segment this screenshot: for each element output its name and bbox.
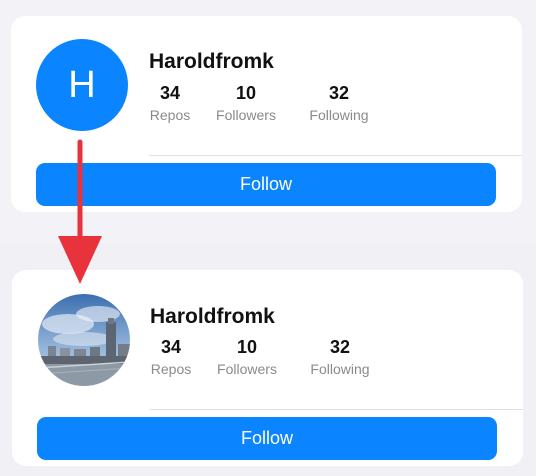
stat-value: 34 xyxy=(159,83,181,103)
stats-row: 34 Repos 10 Followers 32 Following xyxy=(145,82,385,126)
divider xyxy=(150,409,523,410)
stat-followers: 10 Followers xyxy=(213,82,279,126)
stats-row: 34 Repos 10 Followers 32 Following xyxy=(146,336,386,380)
stat-repos: 34 Repos xyxy=(145,82,195,126)
stat-label: Following xyxy=(310,361,370,377)
stat-followers: 10 Followers xyxy=(214,336,280,380)
avatar-photo xyxy=(38,294,130,386)
stat-following: 32 Following xyxy=(301,82,377,126)
avatar-letter: H xyxy=(68,63,96,106)
stat-label: Followers xyxy=(216,107,276,123)
stat-following: 32 Following xyxy=(302,336,378,380)
stat-repos: 34 Repos xyxy=(146,336,196,380)
stat-value: 32 xyxy=(329,337,351,357)
screenshot-stage: H Haroldfromk 34 Repos 10 Followers 32 F… xyxy=(0,0,536,476)
stat-label: Followers xyxy=(217,361,277,377)
stat-label: Following xyxy=(309,107,369,123)
down-arrow-icon xyxy=(58,139,102,284)
stat-value: 10 xyxy=(236,337,258,357)
stat-label: Repos xyxy=(150,361,192,377)
username: Haroldfromk xyxy=(150,305,275,328)
divider xyxy=(149,155,522,156)
city-photo-image xyxy=(38,294,130,386)
avatar-placeholder: H xyxy=(36,39,128,131)
follow-button[interactable]: Follow xyxy=(37,417,497,460)
stat-label: Repos xyxy=(149,107,191,123)
stat-value: 34 xyxy=(160,337,182,357)
stat-value: 32 xyxy=(328,83,350,103)
stat-value: 10 xyxy=(235,83,257,103)
profile-card-after: Haroldfromk 34 Repos 10 Followers 32 Fol… xyxy=(12,270,523,466)
username: Haroldfromk xyxy=(149,50,274,73)
